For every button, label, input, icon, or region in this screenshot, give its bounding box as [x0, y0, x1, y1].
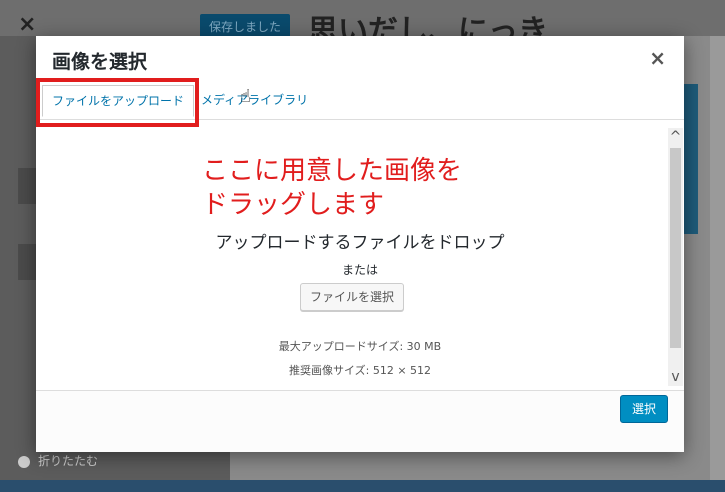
max-upload-size: 最大アップロードサイズ: 30 MB	[278, 340, 442, 353]
select-image-modal: 画像を選択 × ファイルをアップロード メディアライブラリ ☝ ^ v ここに用…	[36, 36, 684, 452]
customizer-close-icon[interactable]: ×	[18, 14, 36, 36]
hand-pointer-icon: ☝	[240, 86, 251, 107]
sidebar-field	[18, 168, 36, 204]
select-button[interactable]: 選択	[620, 395, 668, 423]
collapse-button[interactable]: 折りたたむ	[18, 452, 98, 469]
annotation-text: ここに用意した画像を ドラッグします	[202, 154, 462, 222]
or-separator: または	[341, 263, 378, 277]
scroll-up-icon[interactable]: ^	[668, 128, 683, 146]
preview-scrollbar[interactable]	[710, 36, 725, 480]
preview-image	[684, 84, 698, 234]
annotation-line: ドラッグします	[202, 190, 385, 220]
collapse-label: 折りたたむ	[38, 454, 99, 468]
select-file-button[interactable]: ファイルを選択	[300, 283, 404, 311]
modal-footer: 選択	[36, 390, 684, 452]
collapse-icon	[18, 455, 30, 468]
tab-media-library[interactable]: メディアライブラリ	[201, 85, 308, 117]
taskbar	[0, 480, 725, 492]
annotation-line: ここに用意した画像を	[202, 156, 463, 186]
recommended-image-size: 推奨画像サイズ: 512 × 512	[288, 364, 432, 377]
modal-header: 画像を選択 ×	[36, 36, 684, 82]
close-icon[interactable]: ×	[649, 48, 666, 68]
modal-title: 画像を選択	[52, 51, 148, 73]
annotation-highlight-box	[36, 78, 199, 127]
sidebar-field	[18, 244, 36, 280]
drop-zone-instructions[interactable]: アップロードするファイルをドロップ	[36, 228, 684, 253]
